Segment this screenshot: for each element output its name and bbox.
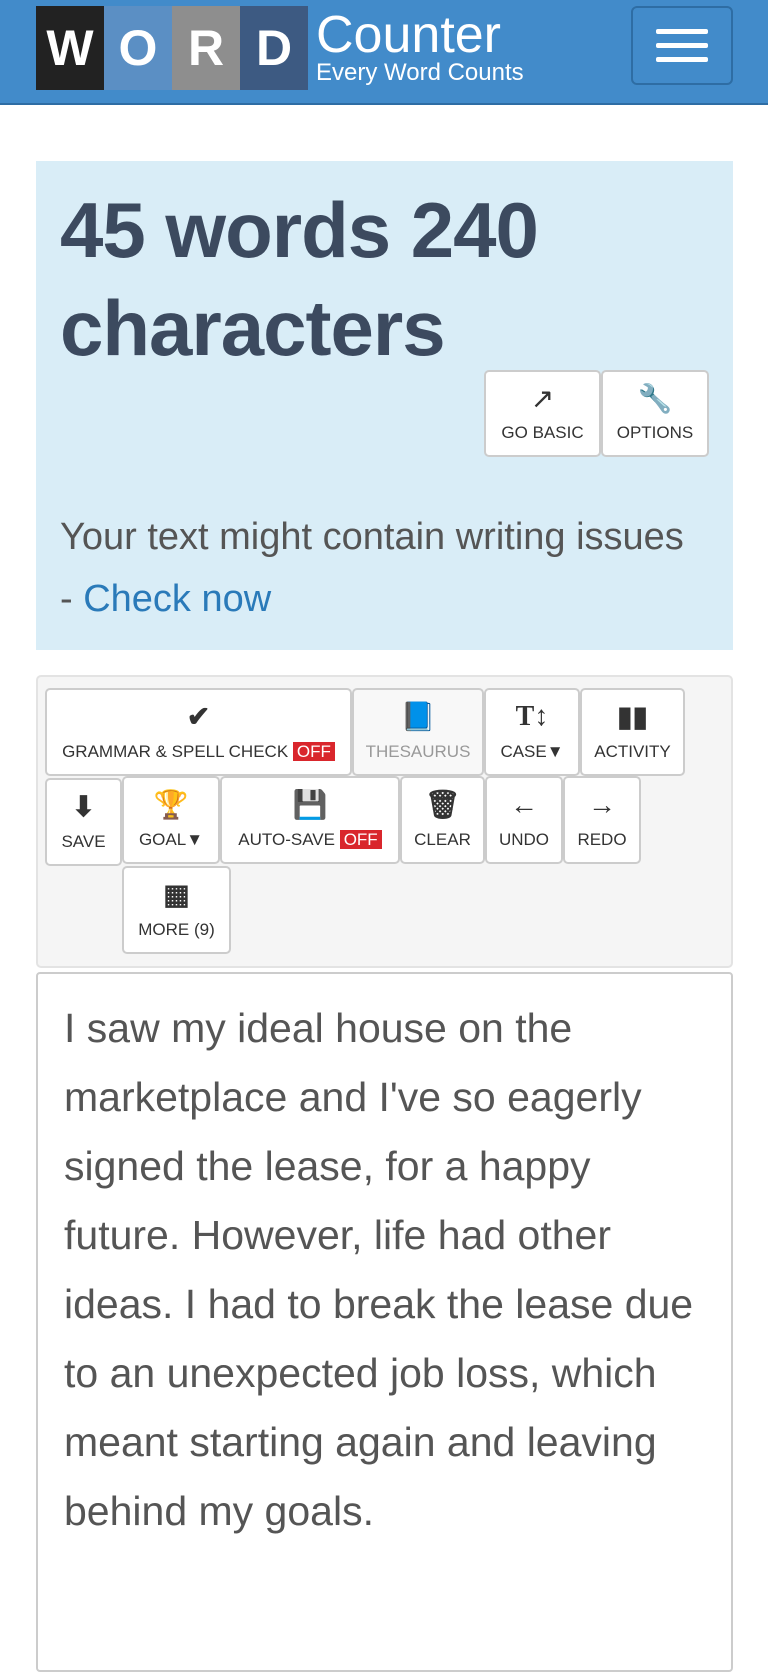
hamburger-icon: [656, 57, 708, 62]
check-now-link[interactable]: Check now: [83, 578, 271, 620]
save-button[interactable]: ⬇ SAVE: [45, 778, 122, 866]
grammar-check-button[interactable]: ✔ GRAMMAR & SPELL CHECK OFF: [45, 688, 352, 776]
button-label: SAVE: [61, 832, 106, 851]
button-label: THESAURUS: [365, 742, 471, 761]
button-label: REDO: [577, 830, 627, 849]
issues-text: Your text might contain writing issues: [60, 516, 684, 558]
button-label: GRAMMAR & SPELL CHECK: [62, 742, 289, 761]
button-label: AUTO-SAVE: [238, 830, 335, 849]
activity-button[interactable]: ▮▮ ACTIVITY: [580, 688, 685, 776]
auto-save-button[interactable]: 💾 AUTO-SAVE OFF: [220, 776, 400, 864]
button-label: GO BASIC: [501, 422, 584, 442]
button-label: CASE: [500, 742, 547, 761]
brand: Counter Every Word Counts: [316, 6, 524, 90]
toolbar: ✔ GRAMMAR & SPELL CHECK OFF 📘 THESAURUS …: [36, 675, 733, 968]
clear-button[interactable]: 🗑 CLEAR: [400, 776, 485, 864]
caret-down-icon: ▼: [186, 830, 204, 849]
bar-chart-icon: ▮▮: [617, 701, 648, 732]
book-icon: 📘: [400, 701, 436, 732]
logo-tile: O: [104, 6, 172, 90]
separator: -: [60, 578, 84, 620]
trash-icon: 🗑: [424, 789, 461, 820]
hamburger-icon: [656, 29, 708, 34]
trophy-icon: 🏆: [153, 789, 189, 820]
wrench-icon: 🔧: [637, 382, 673, 414]
more-button[interactable]: ▦ MORE (9): [122, 866, 231, 954]
button-label: MORE (9): [138, 920, 215, 939]
brand-tagline: Every Word Counts: [316, 59, 524, 86]
status-badge: OFF: [339, 830, 382, 849]
logo-tile: W: [36, 6, 104, 90]
logo-tile: D: [240, 6, 308, 90]
options-button[interactable]: 🔧 OPTIONS: [601, 370, 709, 457]
button-label: CLEAR: [414, 830, 471, 849]
check-icon: ✔: [186, 701, 211, 732]
goal-dropdown[interactable]: 🏆 GOAL▼: [122, 776, 220, 864]
word-character-count: 45 words 240 characters: [60, 186, 539, 372]
button-label: GOAL: [138, 830, 187, 849]
button-label: OPTIONS: [616, 422, 694, 442]
text-editor[interactable]: I saw my ideal house on the marketplace …: [36, 972, 733, 1672]
go-basic-button[interactable]: ↗ GO BASIC: [484, 370, 601, 457]
undo-button[interactable]: ← UNDO: [485, 776, 563, 864]
hamburger-icon: [656, 43, 708, 48]
grid-icon: ▦: [163, 879, 190, 910]
thesaurus-button[interactable]: 📘 THESAURUS: [352, 688, 484, 776]
arrow-left-icon: ←: [510, 789, 538, 820]
arrow-right-icon: →: [588, 789, 616, 820]
redo-button[interactable]: → REDO: [563, 776, 641, 864]
external-link-icon: ↗: [530, 382, 555, 414]
brand-name: Counter: [316, 6, 501, 64]
caret-down-icon: ▼: [546, 742, 564, 761]
file-download-icon: ⬇: [71, 791, 96, 822]
floppy-disk-icon: 💾: [292, 789, 328, 820]
button-label: UNDO: [498, 830, 550, 849]
button-label: ACTIVITY: [594, 742, 671, 761]
case-dropdown[interactable]: T↕ CASE▼: [484, 688, 580, 776]
menu-toggle-button[interactable]: [631, 6, 733, 85]
writing-issues-notice: Your text might contain writing issues -…: [60, 506, 720, 630]
navbar: W O R D Counter Every Word Counts: [0, 0, 768, 105]
logo[interactable]: W O R D Counter Every Word Counts: [36, 6, 524, 90]
status-badge: OFF: [292, 742, 335, 761]
stats-panel: 45 words 240 characters ↗ GO BASIC 🔧 OPT…: [36, 161, 733, 650]
logo-tile: R: [172, 6, 240, 90]
text-height-icon: T↕: [515, 701, 549, 732]
